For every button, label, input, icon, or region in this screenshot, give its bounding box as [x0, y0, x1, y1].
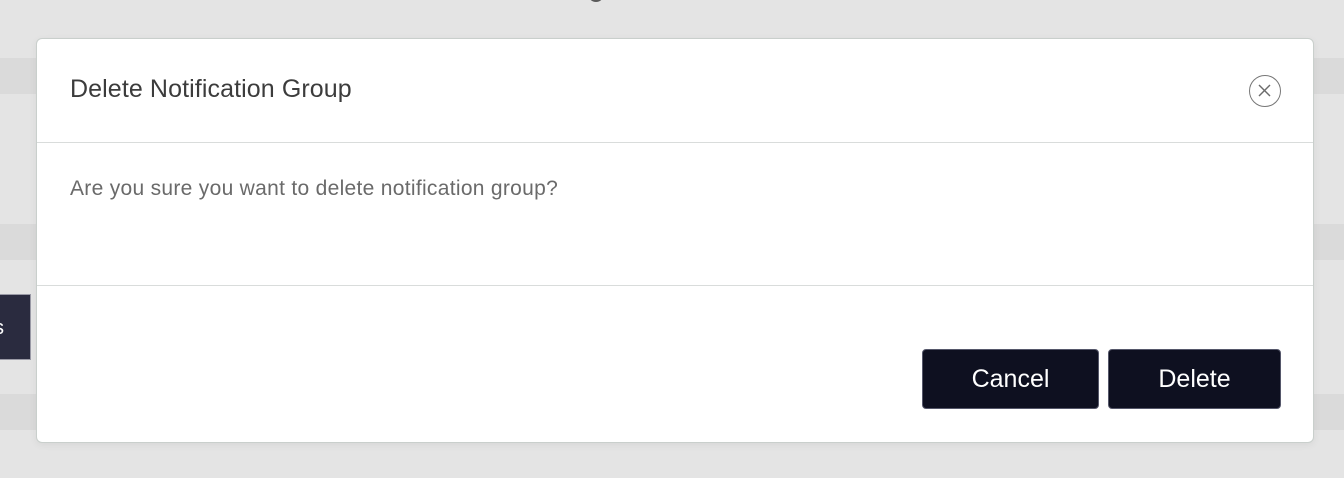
delete-button[interactable]: Delete [1108, 349, 1281, 409]
background-text-fragment [588, 0, 604, 2]
dialog-title: Delete Notification Group [70, 75, 352, 103]
cancel-button[interactable]: Cancel [922, 349, 1099, 409]
delete-notification-group-dialog: Delete Notification Group Are you sure y… [36, 38, 1314, 443]
close-button[interactable] [1249, 75, 1281, 107]
dialog-body: Are you sure you want to delete notifica… [37, 143, 1313, 286]
dialog-header: Delete Notification Group [37, 39, 1313, 143]
dialog-message: Are you sure you want to delete notifica… [70, 177, 559, 200]
background-side-button-label: s [0, 295, 4, 359]
background-side-button: s [0, 294, 31, 360]
close-icon [1258, 84, 1271, 97]
dialog-footer: Cancel Delete [37, 286, 1313, 443]
